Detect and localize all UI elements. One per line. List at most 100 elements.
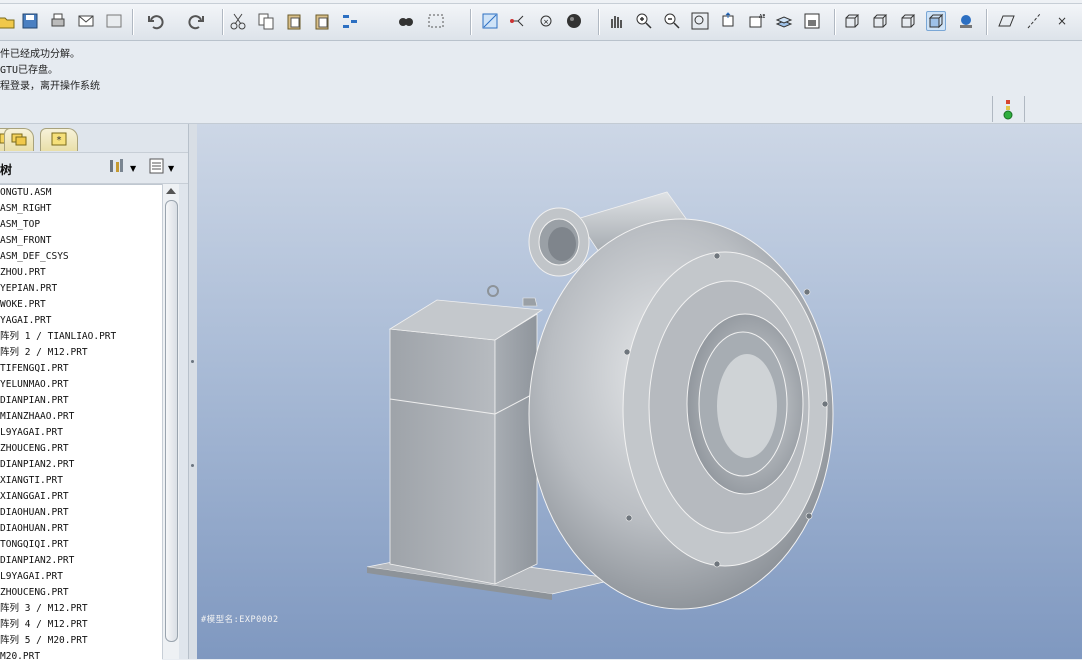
undo-icon [148, 15, 164, 30]
shade-sphere-icon [567, 14, 581, 28]
tree-item[interactable]: 阵列 4 / M12.PRT [0, 617, 162, 633]
regenerate-icon [343, 15, 357, 28]
graphics-viewport[interactable]: #模型名:EXP0002 [197, 124, 1082, 659]
toolbar-separator [470, 9, 472, 35]
tree-item[interactable]: YEPIAN.PRT [0, 281, 162, 297]
main-toolbar: × AB × [0, 0, 1082, 41]
select-box-button[interactable] [426, 11, 446, 31]
tree-item[interactable]: ASM_DEF_CSYS [0, 249, 162, 265]
tree-item[interactable]: XIANGGAI.PRT [0, 489, 162, 505]
tree-item[interactable]: WOKE.PRT [0, 297, 162, 313]
tree-item[interactable]: MIANZHAAO.PRT [0, 409, 162, 425]
toolbar-separator [132, 9, 134, 35]
shading-button[interactable] [926, 11, 946, 31]
scroll-thumb[interactable] [165, 200, 178, 642]
tree-item[interactable]: DIAOHUAN.PRT [0, 521, 162, 537]
layers-button[interactable] [774, 11, 794, 31]
print-button[interactable] [48, 11, 68, 31]
reorient-icon [722, 12, 734, 27]
tree-show-button[interactable]: ▼ [148, 158, 174, 177]
paste-button[interactable] [284, 11, 304, 31]
message-line: 件已经成功分解。 [0, 49, 80, 60]
datum-point-button[interactable]: × [1052, 11, 1072, 31]
close-window-button[interactable] [104, 11, 124, 31]
copy-button[interactable] [256, 11, 276, 31]
tree-item[interactable]: L9YAGAI.PRT [0, 425, 162, 441]
tree-settings-button[interactable]: ▼ [108, 159, 136, 177]
view-manager-button[interactable] [802, 11, 822, 31]
zoom-in-button[interactable] [634, 11, 654, 31]
undo-button[interactable] [146, 11, 166, 31]
redo-button[interactable] [186, 11, 206, 31]
redo-icon [188, 15, 204, 30]
tab-folder-browser[interactable] [4, 128, 34, 151]
open-button[interactable] [0, 11, 16, 31]
zoom-out-button[interactable] [662, 11, 682, 31]
divider [992, 96, 993, 122]
tab-favorites[interactable]: * [40, 128, 78, 151]
tree-item[interactable]: ASM_TOP [0, 217, 162, 233]
toolbar-separator [222, 9, 224, 35]
enhanced-realism-button[interactable] [956, 11, 976, 31]
tree-item[interactable]: 阵列 1 / TIANLIAO.PRT [0, 329, 162, 345]
regenerate-button[interactable] [340, 11, 360, 31]
datum-display-button[interactable] [480, 11, 500, 31]
saved-views-icon: AB [749, 14, 765, 28]
send-mail-button[interactable] [76, 11, 96, 31]
paste-special-icon [315, 14, 329, 30]
enhanced-realism-icon [960, 15, 972, 28]
tree-item[interactable]: TIFENGQI.PRT [0, 361, 162, 377]
tree-item[interactable]: ASM_RIGHT [0, 201, 162, 217]
open-icon [0, 17, 15, 29]
tree-item[interactable]: DIANPIAN2.PRT [0, 553, 162, 569]
print-icon [51, 13, 65, 27]
tools-icon [108, 157, 128, 179]
datum-axis-button[interactable] [1024, 11, 1044, 31]
paste-special-button[interactable] [312, 11, 332, 31]
refit-button[interactable] [690, 11, 710, 31]
cut-button[interactable] [228, 11, 248, 31]
spin-hand-button[interactable] [606, 11, 626, 31]
navigator-panel: * 树 ▼ ▼ ONGTU.ASM ASM_RIGHT ASM_TOP ASM_FRO… [0, 124, 188, 660]
toolbar-separator [986, 9, 988, 35]
zoom-in-icon [636, 13, 652, 29]
tree-item[interactable]: YELUNMAO.PRT [0, 377, 162, 393]
model-tree[interactable]: ONGTU.ASM ASM_RIGHT ASM_TOP ASM_FRONT ASM_DE… [0, 184, 162, 660]
tree-item[interactable]: M20.PRT [0, 649, 162, 660]
tree-scrollbar[interactable] [162, 184, 179, 659]
tree-item[interactable]: L9YAGAI.PRT [0, 569, 162, 585]
datum-axis-icon [1027, 13, 1041, 29]
divider [1024, 96, 1025, 122]
shade-sphere-button[interactable] [564, 11, 584, 31]
tree-item[interactable]: YAGAI.PRT [0, 313, 162, 329]
message-line: 程登录，离开操作系统 [0, 81, 100, 92]
tree-item[interactable]: ONGTU.ASM [0, 185, 162, 201]
axis-display-button[interactable] [508, 11, 528, 31]
tree-item[interactable]: 阵列 5 / M20.PRT [0, 633, 162, 649]
tree-item[interactable]: DIAOHUAN.PRT [0, 505, 162, 521]
no-hidden-button[interactable] [898, 11, 918, 31]
tree-item[interactable]: XIANGTI.PRT [0, 473, 162, 489]
tree-item[interactable]: ZHOUCENG.PRT [0, 441, 162, 457]
datum-plane-button[interactable] [996, 11, 1016, 31]
tree-item[interactable]: TONGQIQI.PRT [0, 537, 162, 553]
saved-views-button[interactable]: AB [746, 11, 766, 31]
favorites-tab-icon: * [51, 131, 67, 150]
tree-item[interactable]: ASM_FRONT [0, 233, 162, 249]
find-button[interactable] [396, 11, 416, 31]
scroll-up-icon[interactable] [166, 188, 176, 194]
no-hidden-icon [901, 14, 916, 28]
hidden-line-button[interactable] [870, 11, 890, 31]
tree-item[interactable]: ZHOUCENG.PRT [0, 585, 162, 601]
tree-header: 树 ▼ ▼ [0, 152, 188, 184]
tree-item[interactable]: 阵列 3 / M12.PRT [0, 601, 162, 617]
tree-item[interactable]: 阵列 2 / M12.PRT [0, 345, 162, 361]
tree-item[interactable]: DIANPIAN2.PRT [0, 457, 162, 473]
tree-item[interactable]: ZHOU.PRT [0, 265, 162, 281]
tree-item[interactable]: DIANPIAN.PRT [0, 393, 162, 409]
save-button[interactable] [20, 11, 40, 31]
reorient-button[interactable] [718, 11, 738, 31]
point-display-button[interactable]: × [536, 11, 556, 31]
wireframe-button[interactable] [842, 11, 862, 31]
status-light-icon[interactable] [1002, 100, 1014, 120]
